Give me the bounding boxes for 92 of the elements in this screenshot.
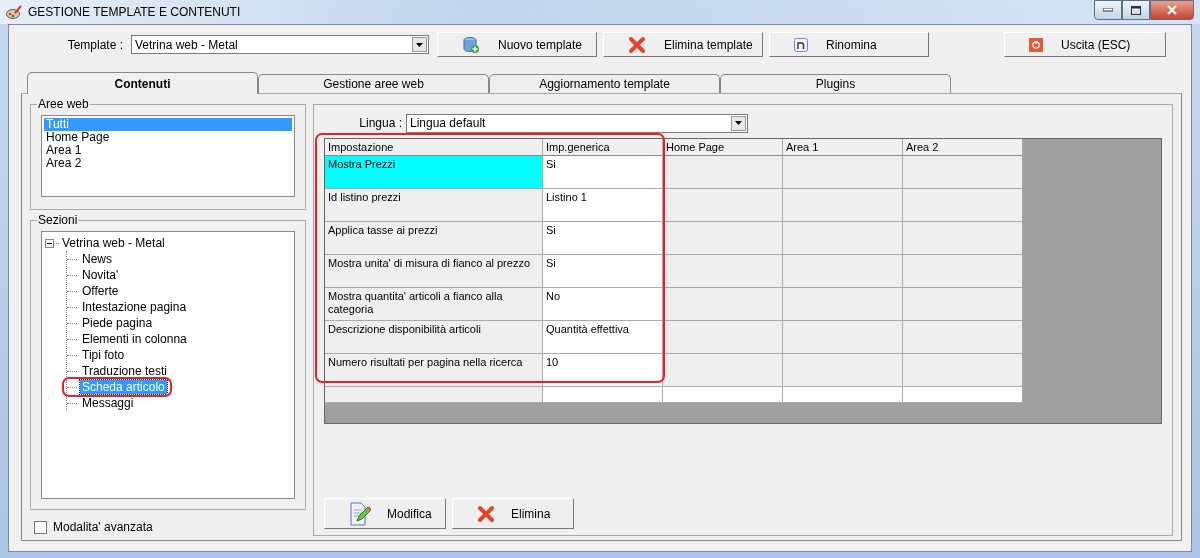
- table-cell[interactable]: Mostra Prezzi: [325, 156, 543, 189]
- table-cell[interactable]: [903, 255, 1023, 288]
- table-cell[interactable]: [903, 321, 1023, 354]
- group-title: Sezioni: [37, 213, 79, 227]
- close-icon: [1166, 5, 1178, 15]
- table-cell[interactable]: Descrizione disponibilità articoli: [325, 321, 543, 354]
- table-cell[interactable]: [663, 288, 783, 321]
- table-cell[interactable]: [903, 222, 1023, 255]
- tab[interactable]: Gestione aree web: [258, 74, 489, 93]
- table-cell[interactable]: Si: [543, 222, 663, 255]
- group-title: Aree web: [37, 97, 90, 111]
- table-cell[interactable]: Mostra quantita' articoli a fianco alla categoria: [325, 288, 543, 321]
- table-cell[interactable]: [663, 222, 783, 255]
- language-label: Lingua :: [358, 116, 403, 130]
- minimize-icon: [1103, 8, 1113, 12]
- table-cell[interactable]: Applica tasse ai prezzi: [325, 222, 543, 255]
- template-dropdown[interactable]: Vetrina web - Metal: [131, 35, 429, 54]
- table-cell[interactable]: [783, 255, 903, 288]
- tree-item[interactable]: Piede pagina: [80, 316, 155, 330]
- table-cell[interactable]: Mostra unita' di misura di fianco al prezzo: [325, 255, 543, 288]
- window-title: GESTIONE TEMPLATE E CONTENUTI: [28, 5, 241, 19]
- column-header[interactable]: Area 2: [903, 139, 1023, 156]
- rename-icon: [794, 37, 808, 52]
- delete-icon: [477, 504, 495, 523]
- column-header[interactable]: Home Page: [663, 139, 783, 156]
- table-cell[interactable]: [663, 255, 783, 288]
- column-header[interactable]: Impostazione: [325, 139, 543, 156]
- toolbar-button[interactable]: Elimina template: [603, 32, 763, 57]
- maximize-icon: [1131, 5, 1141, 15]
- tree-item[interactable]: Intestazione pagina: [80, 300, 189, 314]
- advanced-mode-checkbox[interactable]: Modalita' avanzata: [34, 520, 306, 534]
- tab[interactable]: Aggiornamento template: [489, 74, 720, 93]
- maximize-button[interactable]: [1122, 0, 1150, 20]
- table-cell[interactable]: [903, 288, 1023, 321]
- table-cell[interactable]: Si: [543, 156, 663, 189]
- table-cell[interactable]: [663, 354, 783, 387]
- table-cell[interactable]: [903, 189, 1023, 222]
- table-cell[interactable]: [783, 387, 903, 403]
- table-cell[interactable]: [663, 189, 783, 222]
- minimize-button[interactable]: [1094, 0, 1122, 20]
- tree-item[interactable]: Traduzione testi: [80, 364, 169, 378]
- tab[interactable]: Contenuti: [27, 72, 258, 94]
- collapse-icon[interactable]: [45, 238, 54, 248]
- tree-item[interactable]: Tipi foto: [80, 348, 127, 362]
- template-label: Template :: [66, 37, 124, 52]
- table-cell[interactable]: Id listino prezzi: [325, 189, 543, 222]
- table-cell[interactable]: Quantità effettiva: [543, 321, 663, 354]
- toolbar-button[interactable]: Rinomina: [769, 32, 929, 57]
- edit-icon: [349, 501, 371, 526]
- list-item[interactable]: Area 1: [44, 144, 292, 157]
- tree-item[interactable]: News: [80, 252, 114, 266]
- table-cell[interactable]: [783, 288, 903, 321]
- delete-icon: [628, 35, 646, 54]
- close-button[interactable]: [1150, 0, 1194, 20]
- table-cell[interactable]: [903, 156, 1023, 189]
- table-cell[interactable]: No: [543, 288, 663, 321]
- table-cell[interactable]: [783, 222, 903, 255]
- table-cell[interactable]: [783, 156, 903, 189]
- table-cell[interactable]: [663, 156, 783, 189]
- table-cell[interactable]: [783, 354, 903, 387]
- table-cell[interactable]: [543, 387, 663, 403]
- table-cell[interactable]: [903, 387, 1023, 403]
- table-cell[interactable]: Numero risultati per pagina nella ricerca: [325, 354, 543, 387]
- table-cell[interactable]: [783, 321, 903, 354]
- toolbar-button[interactable]: Uscita (ESC): [1004, 32, 1166, 57]
- tree-item[interactable]: Elementi in colonna: [80, 332, 189, 346]
- action-button[interactable]: Elimina: [452, 498, 574, 529]
- palette-icon: [6, 5, 22, 19]
- table-cell[interactable]: [783, 189, 903, 222]
- table-cell[interactable]: Listino 1: [543, 189, 663, 222]
- sections-tree[interactable]: Vetrina web - Metal News Novita' Offerte Intestazione pagina Piede pagina Elementi in colonna Tipi foto Traduzione testi Scheda articolo Messaggi: [41, 231, 295, 499]
- tree-item[interactable]: Novita': [80, 268, 121, 282]
- table-cell[interactable]: [663, 321, 783, 354]
- power-icon: [1029, 37, 1043, 52]
- column-header[interactable]: Area 1: [783, 139, 903, 156]
- list-item[interactable]: Home Page: [44, 131, 292, 144]
- tree-item[interactable]: Offerte: [80, 284, 121, 298]
- tab[interactable]: Plugins: [720, 74, 951, 93]
- table-cell[interactable]: [325, 387, 543, 403]
- table-cell[interactable]: 10: [543, 354, 663, 387]
- column-header[interactable]: Imp.generica: [543, 139, 663, 156]
- action-button[interactable]: Modifica: [324, 498, 446, 529]
- tree-item[interactable]: Vetrina web - Metal: [60, 236, 167, 250]
- toolbar-button[interactable]: Nuovo template: [437, 32, 597, 57]
- language-dropdown[interactable]: Lingua default: [406, 113, 748, 133]
- table-cell[interactable]: Si: [543, 255, 663, 288]
- table-cell[interactable]: [663, 387, 783, 403]
- database-add-icon: [462, 35, 480, 54]
- areas-list[interactable]: Tutti Home Page Area 1 Area 2: [41, 115, 295, 197]
- table-cell[interactable]: [903, 354, 1023, 387]
- list-item[interactable]: Area 2: [44, 157, 292, 170]
- tree-item[interactable]: Messaggi: [80, 396, 136, 410]
